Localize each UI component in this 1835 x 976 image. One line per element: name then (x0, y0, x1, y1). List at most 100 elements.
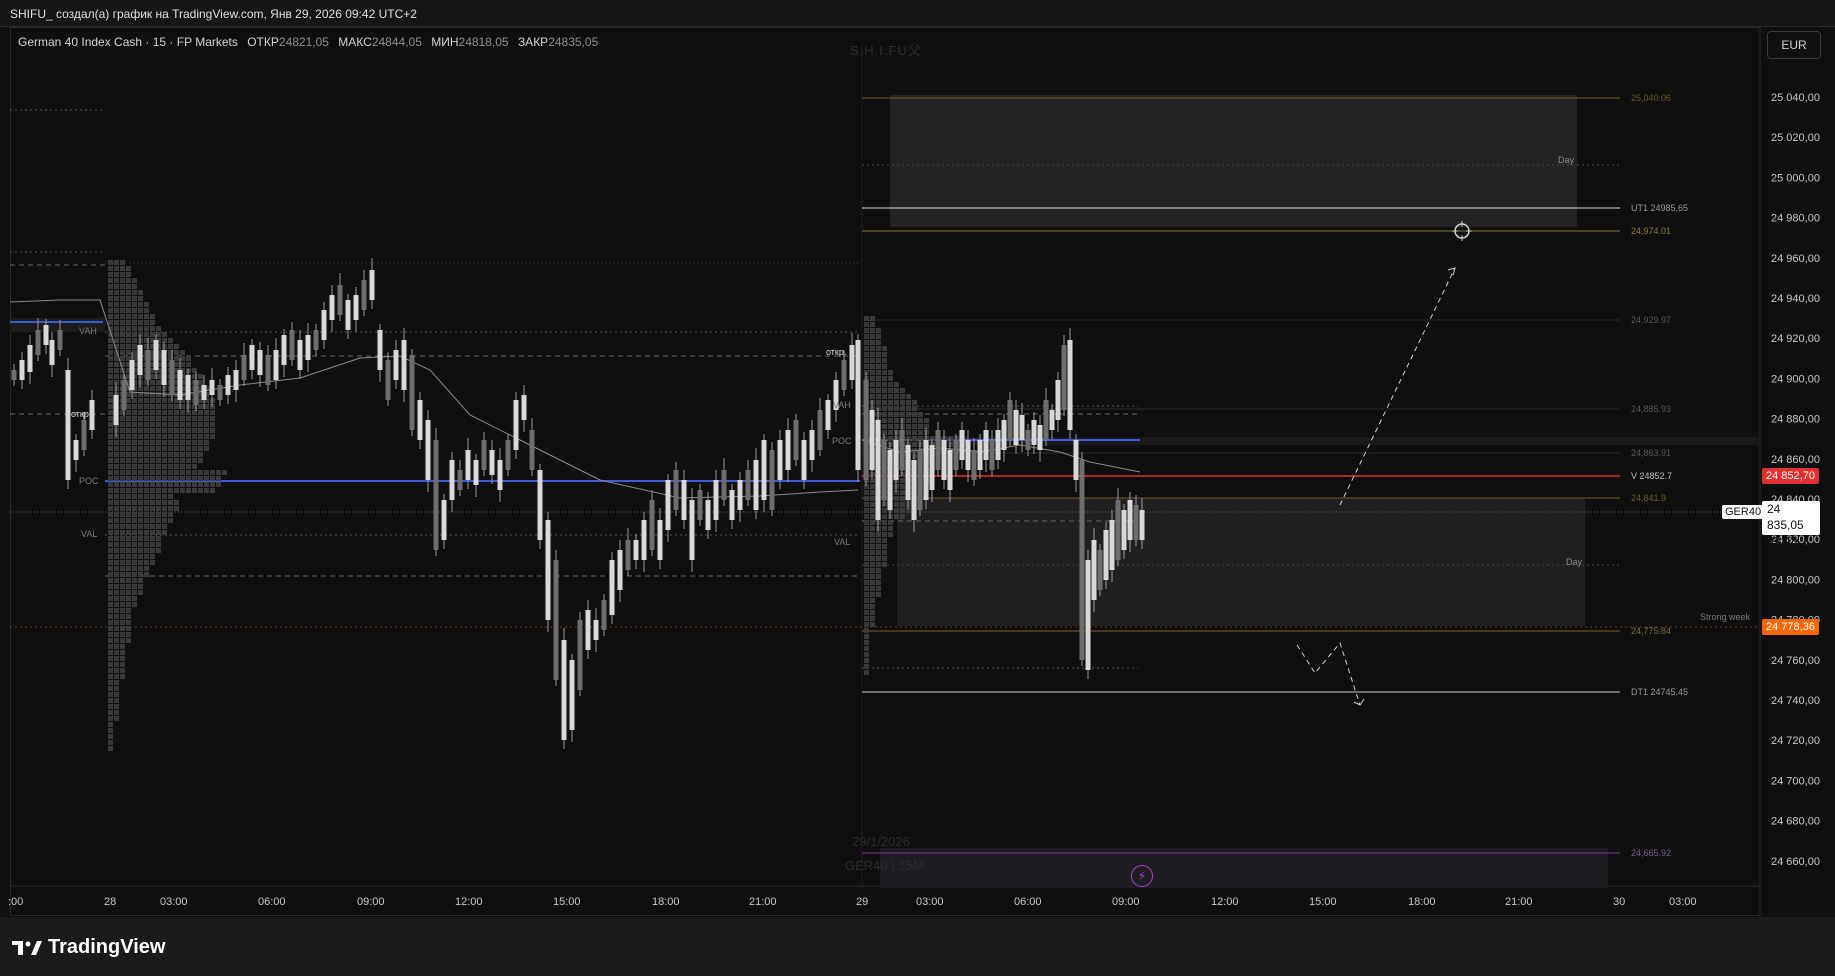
profile-cell (108, 488, 113, 493)
profile-cell (120, 458, 125, 463)
candle-body (481, 440, 487, 470)
profile-cell (114, 500, 119, 505)
profile-cell (120, 500, 125, 505)
profile-cell (108, 260, 113, 265)
price-tick-label: 24 680,00 (1771, 816, 1820, 828)
profile-cell (126, 332, 131, 337)
profile-cell (108, 386, 113, 391)
profile-cell (138, 434, 143, 439)
candle-body (353, 295, 359, 320)
profile-cell (114, 338, 119, 343)
profile-cell (156, 416, 161, 421)
profile-cell (108, 680, 113, 685)
profile-cell (870, 526, 875, 531)
profile-cell (870, 592, 875, 597)
profile-cell (108, 350, 113, 355)
profile-cell (918, 424, 923, 429)
level-label: 24,775.84 (1631, 626, 1671, 636)
candle-body (841, 360, 847, 390)
profile-cell (138, 584, 143, 589)
profile-cell (144, 476, 149, 481)
candle-body (625, 540, 631, 570)
profile-cell (150, 380, 155, 385)
profile-cell (126, 314, 131, 319)
profile-cell (108, 290, 113, 295)
profile-cell (882, 346, 887, 351)
lightning-icon[interactable]: ⚡ (1131, 865, 1153, 887)
candle-body (953, 440, 959, 470)
profile-cell (108, 578, 113, 583)
candle-body (257, 350, 263, 375)
profile-cell (138, 482, 143, 487)
candle-body (377, 330, 383, 370)
profile-cell (132, 344, 137, 349)
profile-cell (108, 410, 113, 415)
profile-cell (888, 424, 893, 429)
profile-cell (864, 520, 869, 525)
profile-cell (114, 584, 119, 589)
profile-cell (882, 358, 887, 363)
candle-body (1067, 340, 1073, 430)
candle-body (977, 440, 983, 470)
profile-cell (132, 530, 137, 535)
profile-cell (114, 686, 119, 691)
profile-cell (120, 662, 125, 667)
profile-cell (108, 266, 113, 271)
profile-cell (180, 470, 185, 475)
profile-cell (162, 470, 167, 475)
profile-cell (132, 524, 137, 529)
currency-button[interactable]: EUR (1767, 31, 1821, 59)
profile-cell (114, 296, 119, 301)
profile-cell (918, 412, 923, 417)
candle-body (409, 355, 415, 430)
profile-cell (156, 542, 161, 547)
profile-cell (162, 332, 167, 337)
profile-cell (180, 362, 185, 367)
profile-cell (192, 434, 197, 439)
profile-cell (150, 416, 155, 421)
profile-cell (168, 428, 173, 433)
profile-cell (198, 470, 203, 475)
profile-cell (108, 392, 113, 397)
profile-cell (126, 296, 131, 301)
profile-cell (210, 488, 215, 493)
footer (0, 917, 1835, 976)
candle-body (785, 430, 791, 470)
profile-cell (108, 698, 113, 703)
profile-cell (114, 440, 119, 445)
profile-cell (126, 620, 131, 625)
profile-cell (138, 536, 143, 541)
candle-body (911, 460, 917, 520)
profile-cell (120, 428, 125, 433)
profile-cell (138, 500, 143, 505)
profile-cell (150, 554, 155, 559)
symbol-legend[interactable]: German 40 Index Cash · 15 · FP Markets О… (18, 35, 598, 49)
profile-cell (186, 434, 191, 439)
chart-canvas[interactable]: 25,040.06 UT1 24985.65 24,974.01 24,929.… (0, 0, 1835, 976)
profile-cell (138, 410, 143, 415)
profile-cell (132, 458, 137, 463)
profile-cell (138, 488, 143, 493)
profile-cell (162, 434, 167, 439)
profile-cell (114, 602, 119, 607)
profile-cell (108, 536, 113, 541)
profile-cell (168, 338, 173, 343)
profile-cell (120, 266, 125, 271)
level-label: 24,665.92 (1631, 848, 1671, 858)
profile-cell (198, 458, 203, 463)
profile-cell (876, 346, 881, 351)
profile-cell (108, 704, 113, 709)
profile-cell (156, 440, 161, 445)
profile-cell (120, 296, 125, 301)
profile-cell (174, 434, 179, 439)
profile-cell (186, 356, 191, 361)
profile-cell (864, 658, 869, 663)
profile-cell (156, 452, 161, 457)
profile-cell (876, 364, 881, 369)
profile-cell (210, 476, 215, 481)
profile-cell (180, 464, 185, 469)
profile-cell (120, 596, 125, 601)
profile-cell (204, 404, 209, 409)
profile-cell (204, 410, 209, 415)
tradingview-logo[interactable]: TradingView (12, 936, 165, 959)
